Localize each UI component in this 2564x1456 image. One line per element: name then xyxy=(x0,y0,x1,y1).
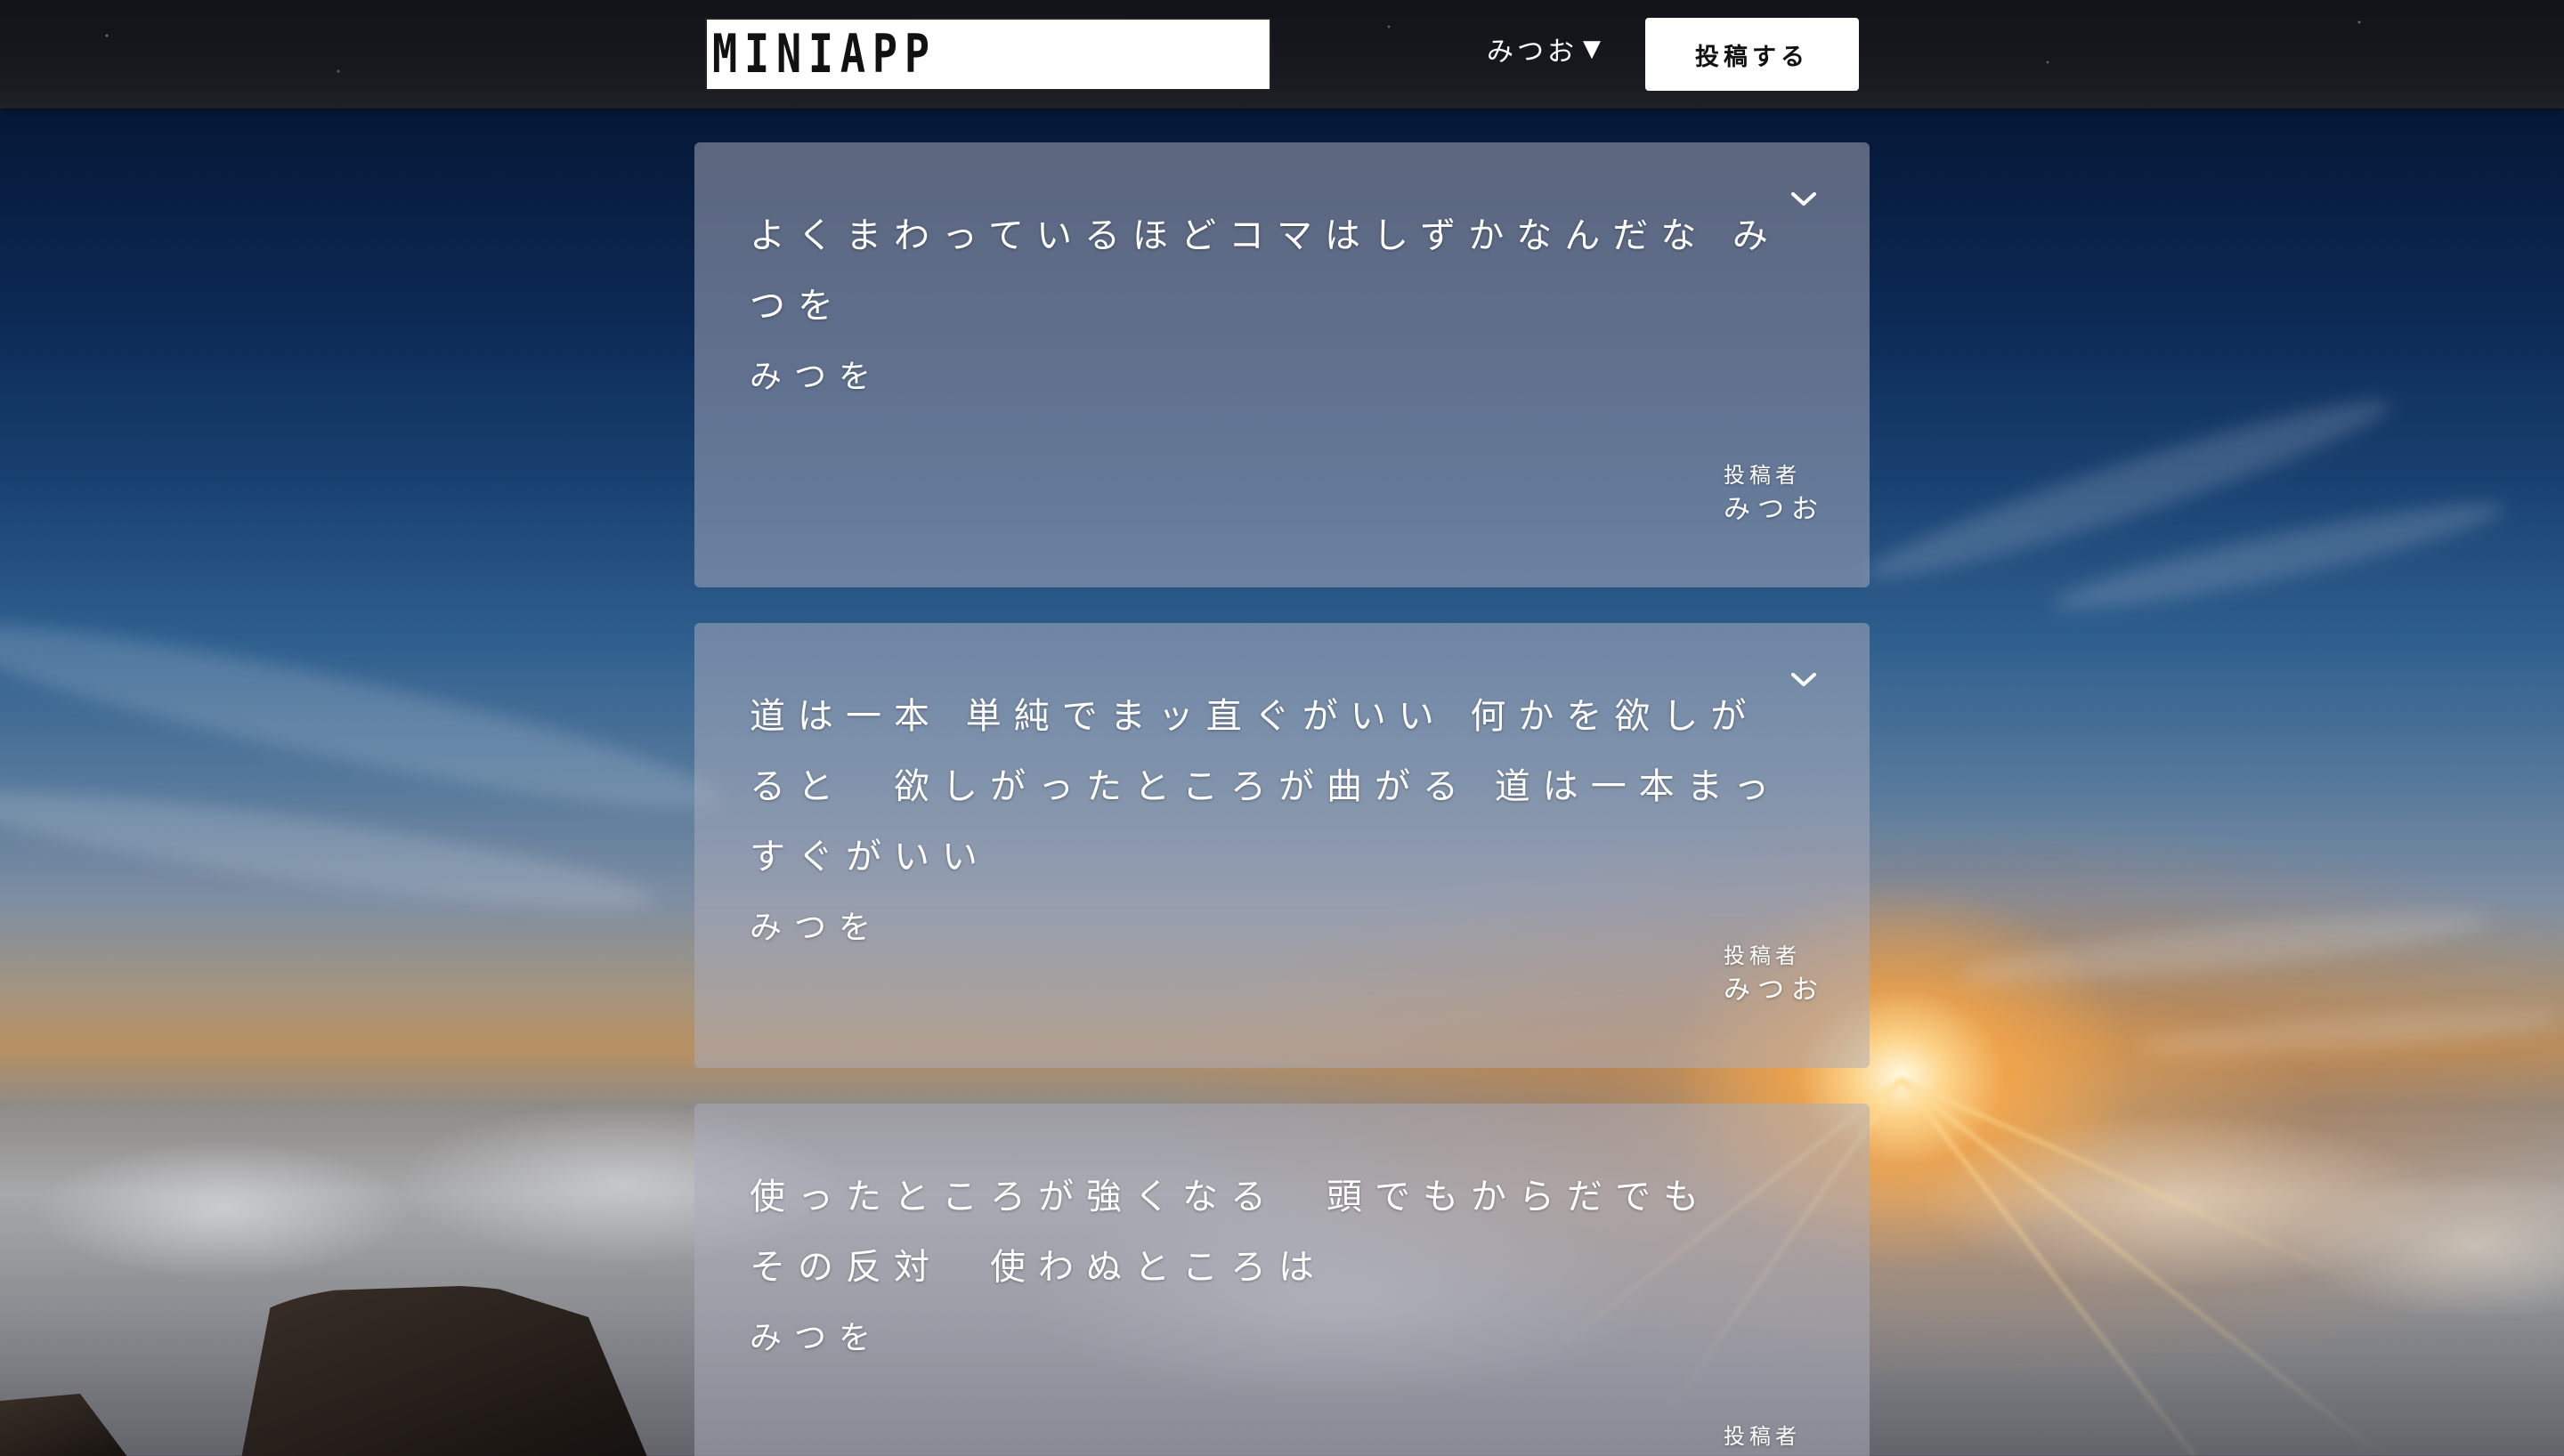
post-body: 使ったところが強くなる 頭でもからだでも その反対 使わぬところは みつを xyxy=(750,1162,1782,1373)
poster-info: 投稿者 みつお xyxy=(1724,940,1825,1009)
chevron-down-icon xyxy=(1791,192,1816,206)
poster-name[interactable]: みつお xyxy=(1724,972,1825,1009)
post-body: よくまわっているほどコマはしずかなんだな みつを みつを xyxy=(750,201,1782,412)
poster-info: 投稿者 xyxy=(1724,1420,1801,1452)
app-header: MINIAPP みつお ▼ 投稿する xyxy=(0,0,2564,109)
app-logo-text: MINIAPP xyxy=(712,23,937,85)
post-card: よくまわっているほどコマはしずかなんだな みつを みつを 投稿者 みつお xyxy=(694,142,1870,587)
post-quote-author: みつを xyxy=(750,910,884,946)
post-menu-button[interactable] xyxy=(1784,183,1823,215)
app-logo[interactable]: MINIAPP xyxy=(705,18,1271,91)
poster-label: 投稿者 xyxy=(1724,943,1801,968)
poster-label: 投稿者 xyxy=(1724,1424,1801,1449)
user-name: みつお xyxy=(1487,36,1578,68)
post-menu-button[interactable] xyxy=(1784,664,1823,696)
post-text: 使ったところが強くなる 頭でもからだでも その反対 使わぬところは xyxy=(750,1177,1711,1288)
chevron-down-icon xyxy=(1791,673,1816,686)
poster-info: 投稿者 みつお xyxy=(1724,459,1825,529)
new-post-button[interactable]: 投稿する xyxy=(1645,18,1859,91)
poster-label: 投稿者 xyxy=(1724,463,1801,488)
post-body: 道は一本 単純でまッ直ぐがいい 何かを欲しがると 欲しがったところが曲がる 道は… xyxy=(750,682,1782,963)
caret-down-icon: ▼ xyxy=(1583,36,1604,62)
user-menu-toggle[interactable]: みつお ▼ xyxy=(1487,27,1604,71)
post-card: 使ったところが強くなる 頭でもからだでも その反対 使わぬところは みつを 投稿… xyxy=(694,1104,1870,1456)
post-card: 道は一本 単純でまッ直ぐがいい 何かを欲しがると 欲しがったところが曲がる 道は… xyxy=(694,623,1870,1068)
poster-name[interactable]: みつお xyxy=(1724,491,1825,529)
post-quote-author: みつを xyxy=(750,359,884,395)
post-quote-author: みつを xyxy=(750,1320,884,1356)
post-text: 道は一本 単純でまッ直ぐがいい 何かを欲しがると 欲しがったところが曲がる 道は… xyxy=(750,696,1782,878)
post-text: よくまわっているほどコマはしずかなんだな みつを xyxy=(750,215,1781,327)
